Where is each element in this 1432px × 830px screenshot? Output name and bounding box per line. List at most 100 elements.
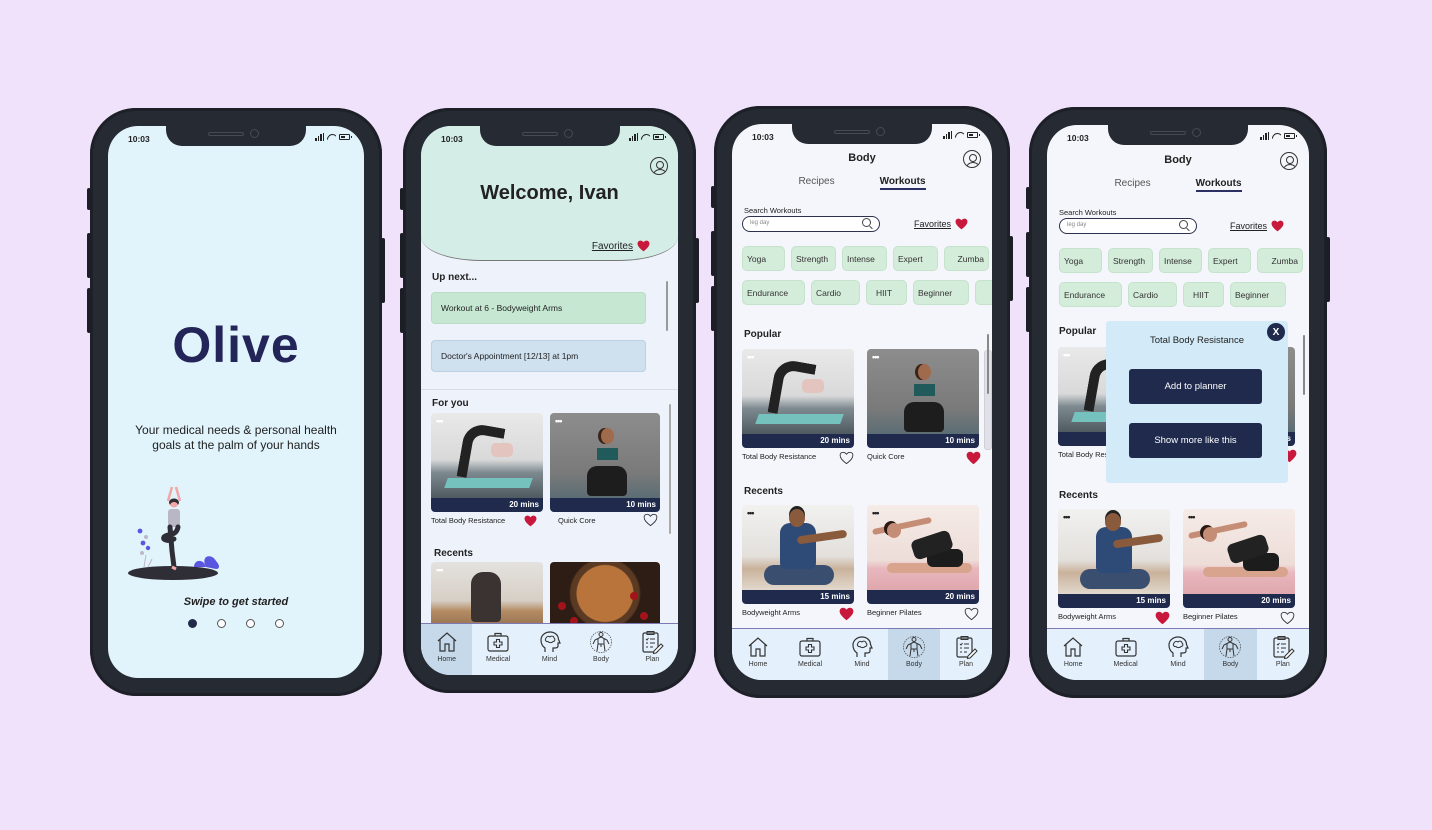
tab-recipes[interactable]: Recipes [1114,178,1150,192]
page-dot-3[interactable] [246,619,255,628]
nav-medical[interactable]: Medical [784,629,836,680]
more-options-icon[interactable]: ••• [1188,512,1196,522]
page-dot-4[interactable] [275,619,284,628]
filter-chip[interactable]: Expert [1208,248,1251,273]
tab-workouts[interactable]: Workouts [879,176,926,190]
page-dot-2[interactable] [217,619,226,628]
filter-chip[interactable]: Yoga [1059,248,1102,273]
workout-card[interactable]: ••• 10 mins Quick Core [867,349,979,462]
search-input[interactable]: leg day [1059,218,1197,234]
filter-chip[interactable]: Intense [1159,248,1202,273]
wifi-icon [641,134,650,141]
filter-chip[interactable]: Zumba [944,246,989,271]
heart-filled-icon[interactable] [966,451,981,465]
more-options-icon[interactable]: ••• [436,565,444,575]
favorites-link[interactable]: Favorites [1230,220,1284,232]
workout-card[interactable]: ••• 20 mins Total Body Resistance [742,349,854,462]
nav-home[interactable]: Home [1047,629,1099,680]
more-options-icon[interactable]: ••• [872,508,880,518]
filter-chip[interactable]: Yoga [742,246,785,271]
filter-chip[interactable]: HIIT [1183,282,1224,307]
nav-body[interactable]: Body [1204,629,1257,680]
nav-plan[interactable]: Plan [940,629,992,680]
scrollbar[interactable] [669,404,671,534]
search-icon[interactable] [862,218,871,227]
search-placeholder: leg day [750,220,770,226]
nav-medical[interactable]: Medical [472,624,523,675]
workout-card[interactable]: ••• 20 mins Beginner Pilates [867,505,979,618]
heart-filled-icon [955,218,968,230]
nav-mind[interactable]: Mind [1152,629,1204,680]
filter-chip[interactable]: Intense [842,246,887,271]
nav-mind[interactable]: Mind [836,629,888,680]
nav-mind[interactable]: Mind [524,624,575,675]
workout-card[interactable]: ••• 20 mins Total Body Resistance [431,413,543,526]
filter-chip[interactable]: Strength [791,246,836,271]
up-next-item[interactable]: Workout at 6 - Bodyweight Arms [431,292,646,324]
recent-card[interactable]: ••• [431,562,543,632]
filter-chip[interactable]: Strength [1108,248,1153,273]
filter-chip[interactable]: Expert [893,246,938,271]
filter-chip[interactable]: Zumba [1257,248,1303,273]
show-more-button[interactable]: Show more like this [1129,423,1262,458]
favorites-link[interactable]: Favorites [592,240,650,252]
nav-plan[interactable]: Plan [627,624,678,675]
heart-outline-icon[interactable] [1280,611,1295,625]
workout-card[interactable]: ••• 10 mins Quick Core [550,413,660,526]
nav-home[interactable]: Home [421,624,473,675]
page-indicator[interactable] [108,619,364,628]
heart-filled-icon[interactable] [839,607,854,621]
workout-card[interactable]: ••• 15 mins Bodyweight Arms [1058,509,1170,622]
nav-plan[interactable]: Plan [1257,629,1309,680]
heart-filled-icon[interactable] [524,515,537,527]
nav-home[interactable]: Home [732,629,784,680]
heart-filled-icon[interactable] [1155,611,1170,625]
up-next-item[interactable]: Doctor's Appointment [12/13] at 1pm [431,340,646,372]
favorites-link[interactable]: Favorites [914,218,968,230]
profile-icon[interactable] [1280,152,1298,170]
page-dot-1[interactable] [188,619,197,628]
more-options-icon[interactable]: ••• [747,352,755,362]
nav-body[interactable]: Body [575,624,626,675]
filter-chip[interactable]: Endurance [742,280,805,305]
body-icon [589,629,613,655]
workout-image: ••• [742,349,854,434]
phone-body-workouts: 10:03 Body Recipes Workouts Search Worko… [711,106,1013,698]
profile-icon[interactable] [963,150,981,168]
filter-chip[interactable]: Cardio [811,280,860,305]
more-options-icon[interactable]: ••• [436,416,444,426]
tab-recipes[interactable]: Recipes [798,176,834,190]
add-to-planner-button[interactable]: Add to planner [1129,369,1262,404]
workout-card[interactable]: ••• 20 mins Beginner Pilates [1183,509,1295,622]
workout-title: Quick Core [867,452,905,461]
tab-workouts[interactable]: Workouts [1195,178,1242,192]
workout-duration: 10 mins [550,498,660,512]
filter-chip[interactable]: Cardio [1128,282,1177,307]
more-options-icon[interactable]: ••• [872,352,880,362]
search-icon[interactable] [1179,220,1188,229]
scrollbar[interactable] [666,281,668,331]
onboarding-screen[interactable]: 10:03 Olive Your medical needs & persona… [108,126,364,678]
phone-body-popup: 10:03 Body Recipes Workouts Search Worko… [1026,107,1330,698]
heart-outline-icon[interactable] [643,513,658,527]
scrollbar[interactable] [1303,335,1305,395]
more-options-icon[interactable]: ••• [747,508,755,518]
nav-body[interactable]: Body [888,629,940,680]
more-options-icon[interactable]: ••• [1063,512,1071,522]
profile-icon[interactable] [650,157,668,175]
recent-card[interactable] [550,562,660,632]
more-options-icon[interactable]: ••• [1063,350,1071,360]
filter-chip[interactable]: Endurance [1059,282,1122,307]
heart-filled-icon [637,240,650,252]
more-options-icon[interactable]: ••• [555,416,563,426]
nav-medical[interactable]: Medical [1099,629,1151,680]
filter-chip[interactable]: HIIT [866,280,907,305]
scrollbar[interactable] [987,334,989,394]
workout-card[interactable]: ••• 15 mins Bodyweight Arms [742,505,854,618]
heart-outline-icon[interactable] [839,451,854,465]
heart-outline-icon[interactable] [964,607,979,621]
filter-chip[interactable]: Beginner [913,280,969,305]
filter-chip[interactable]: Beginner [1230,282,1286,307]
filter-chip[interactable] [975,280,992,305]
search-input[interactable]: leg day [742,216,880,232]
